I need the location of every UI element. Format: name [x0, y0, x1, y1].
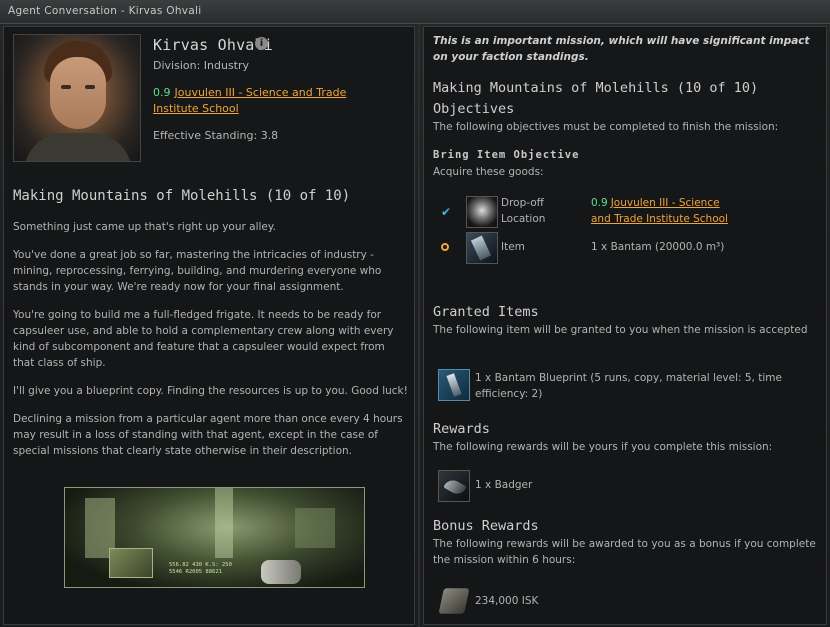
- blueprint-icon[interactable]: [438, 369, 470, 401]
- briefing-paragraph: You're going to build me a full-fledged …: [13, 309, 394, 369]
- briefing-paragraph: I'll give you a blueprint copy. Finding …: [13, 385, 408, 397]
- check-icon: ✔: [441, 205, 452, 219]
- agent-conversation-window: Agent Conversation - Kirvas Ohvali Kirva…: [0, 0, 830, 627]
- bantam-icon[interactable]: [466, 232, 498, 264]
- briefing-paragraph: Declining a mission from a particular ag…: [13, 413, 403, 457]
- info-icon[interactable]: i: [255, 37, 268, 50]
- important-mission-note: This is an important mission, which will…: [433, 35, 810, 63]
- window-title: Agent Conversation - Kirvas Ohvali: [8, 5, 202, 17]
- isk-icon: [438, 588, 470, 614]
- bonus-rewards-text: The following rewards will be awarded to…: [433, 538, 816, 566]
- mission-briefing: Something just came up that's right up y…: [13, 219, 408, 471]
- title-bar[interactable]: Agent Conversation - Kirvas Ohvali: [0, 0, 830, 24]
- granted-items-heading: Granted Items: [433, 304, 539, 320]
- dropoff-location: 0.9 Jouvulen III - Science and Trade Inst…: [591, 195, 761, 227]
- mission-image: 556.82 430 K.S: 250 5546 R2005 88621: [64, 487, 365, 588]
- item-label: Item: [501, 241, 525, 253]
- bring-item-objective: Bring Item Objective: [433, 149, 580, 161]
- agent-location: 0.9 Jouvulen III - Science and Trade Inst…: [153, 85, 373, 117]
- dropoff-location-link[interactable]: Jouvulen III - Science: [611, 197, 720, 209]
- cargo-crate: [109, 548, 153, 578]
- mission-title: Making Mountains of Molehills (10 of 10): [13, 188, 351, 204]
- bonus-item: 234,000 ISK: [475, 595, 539, 607]
- rewards-text: The following rewards will be yours if y…: [433, 441, 773, 453]
- agent-portrait[interactable]: [13, 34, 141, 162]
- panel-divider[interactable]: [418, 24, 420, 627]
- effective-standing: Effective Standing: 3.8: [153, 129, 279, 142]
- briefing-paragraph: Something just came up that's right up y…: [13, 221, 276, 233]
- cargo-canister: [261, 560, 301, 584]
- mission-details-panel: This is an important mission, which will…: [423, 26, 827, 625]
- reward-item[interactable]: 1 x Badger: [475, 477, 815, 493]
- circle-icon: [441, 243, 449, 251]
- objectives-text: The following objectives must be complet…: [433, 121, 779, 133]
- agent-location-link-2[interactable]: Institute School: [153, 102, 239, 115]
- security-status: 0.9: [153, 86, 171, 99]
- badger-icon[interactable]: [438, 470, 470, 502]
- agent-division: Division: Industry: [153, 59, 250, 72]
- granted-item[interactable]: 1 x Bantam Blueprint (5 runs, copy, mate…: [475, 370, 815, 402]
- dropoff-label: Drop-off Location: [501, 197, 546, 225]
- dropoff-location-link-2[interactable]: and Trade Institute School: [591, 213, 728, 225]
- rewards-heading: Rewards: [433, 421, 490, 437]
- station-icon[interactable]: [466, 196, 498, 228]
- briefing-paragraph: You've done a great job so far, masterin…: [13, 249, 382, 293]
- details-mission-title: Making Mountains of Molehills (10 of 10): [433, 80, 759, 96]
- bonus-rewards-heading: Bonus Rewards: [433, 518, 539, 534]
- dropoff-security: 0.9: [591, 197, 608, 209]
- agent-location-link[interactable]: Jouvulen III - Science and Trade: [175, 86, 347, 99]
- granted-items-text: The following item will be granted to yo…: [433, 324, 808, 336]
- item-value: 1 x Bantam (20000.0 m³): [591, 241, 725, 253]
- image-readout: 556.82 430 K.S: 250 5546 R2005 88621: [169, 562, 232, 575]
- objectives-heading: Objectives: [433, 101, 515, 117]
- acquire-text: Acquire these goods:: [433, 166, 544, 178]
